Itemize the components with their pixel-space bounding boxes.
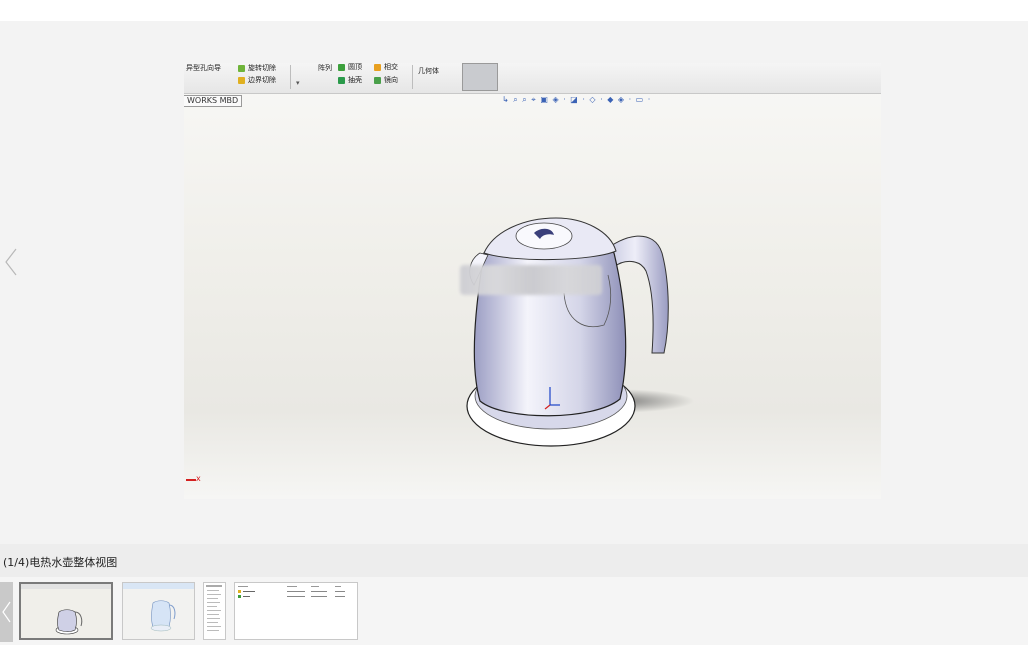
thumbnail-item[interactable]	[203, 582, 226, 640]
file-list-thumbnail	[235, 583, 357, 639]
chevron-left-icon	[2, 601, 11, 623]
axis-label: x	[196, 474, 201, 483]
kettle-thumbnail	[21, 584, 111, 638]
image-viewer: 异型孔向导 旋转切除 边界切除 ▾ 阵列 圆顶 抽壳 相交 镜向 几何体 WOR…	[0, 21, 1028, 544]
feature-tree-thumbnail	[204, 583, 225, 639]
thumbnail-strip	[0, 577, 1028, 645]
kettle-render-thumbnail	[123, 583, 194, 639]
thumbnail-prev-button[interactable]	[0, 582, 13, 642]
thumbnail-item[interactable]	[19, 582, 113, 640]
caption-bar: (1/4)电热水壶整体视图	[0, 544, 1028, 577]
cad-screenshot: 异型孔向导 旋转切除 边界切除 ▾ 阵列 圆顶 抽壳 相交 镜向 几何体 WOR…	[184, 63, 881, 499]
thumbnail-item[interactable]	[234, 582, 358, 640]
blurred-watermark	[460, 265, 602, 295]
image-caption: (1/4)电热水壶整体视图	[3, 556, 118, 569]
thumbnail-item[interactable]	[122, 582, 195, 640]
chevron-left-icon[interactable]	[4, 247, 18, 277]
